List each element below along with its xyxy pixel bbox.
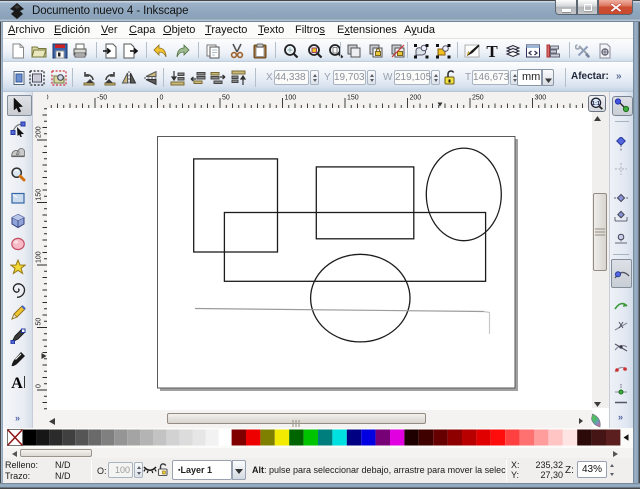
svg-text:100: 100	[36, 251, 43, 263]
svg-text:50: 50	[36, 318, 43, 326]
svg-text:150: 150	[347, 95, 359, 102]
svg-text:0: 0	[36, 384, 43, 388]
svg-text:50: 50	[222, 95, 230, 102]
svg-text:250: 250	[472, 95, 484, 102]
svg-text:0: 0	[160, 95, 164, 102]
svg-text:1:1: 1:1	[592, 101, 600, 107]
svg-text:T: T	[486, 43, 498, 59]
svg-text:300: 300	[535, 95, 547, 102]
svg-text:150: 150	[36, 189, 43, 201]
svg-text:200: 200	[410, 95, 422, 102]
svg-text:100: 100	[285, 95, 297, 102]
svg-text:200: 200	[36, 126, 43, 138]
svg-text:A: A	[11, 375, 23, 390]
svg-text:-50: -50	[97, 95, 107, 102]
svg-text:-100: -100	[47, 95, 49, 102]
